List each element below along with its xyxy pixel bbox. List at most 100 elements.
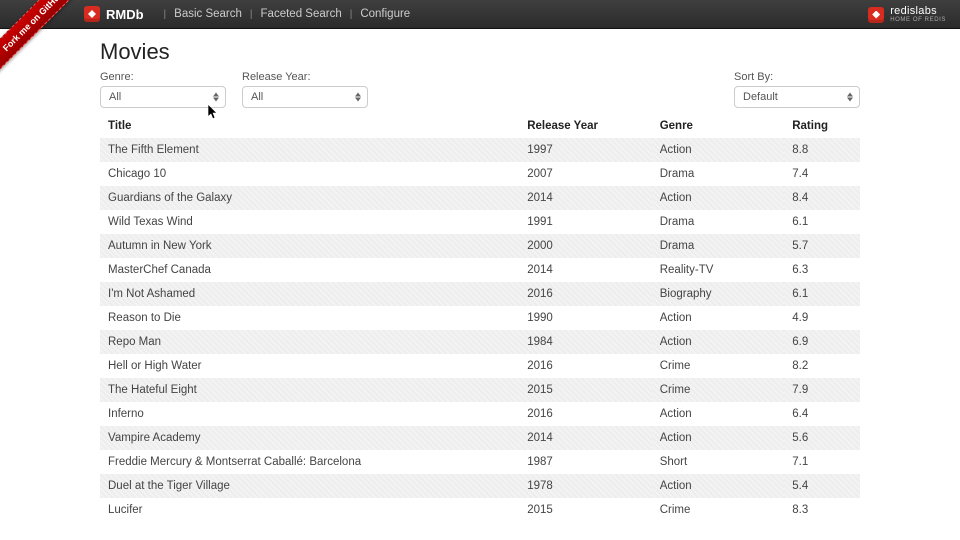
sort-label: Sort By:	[734, 71, 860, 83]
table-row[interactable]: Chicago 102007Drama7.4	[100, 162, 860, 186]
cell-genre: Action	[652, 138, 785, 162]
col-title-header[interactable]: Title	[100, 114, 519, 138]
nav-separator: |	[350, 9, 353, 20]
cell-year: 2007	[519, 162, 652, 186]
cell-genre: Action	[652, 330, 785, 354]
table-row[interactable]: Freddie Mercury & Montserrat Caballé: Ba…	[100, 450, 860, 474]
cell-title: Inferno	[100, 402, 519, 426]
cell-genre: Reality-TV	[652, 258, 785, 282]
brand-link[interactable]: RMDb	[106, 7, 144, 22]
cell-year: 2014	[519, 426, 652, 450]
main-container: Movies Genre: All Release Year: All	[100, 39, 860, 522]
page-title: Movies	[100, 39, 860, 65]
cell-rating: 7.1	[784, 450, 860, 474]
col-genre-header[interactable]: Genre	[652, 114, 785, 138]
brand-label: RMDb	[106, 7, 144, 22]
cell-genre: Crime	[652, 498, 785, 522]
right-brand[interactable]: redislabs HOME OF REDIS	[868, 0, 946, 29]
cell-title: Vampire Academy	[100, 426, 519, 450]
cell-year: 2016	[519, 354, 652, 378]
sort-field: Sort By: Default	[734, 71, 860, 108]
cell-rating: 5.6	[784, 426, 860, 450]
cell-year: 2016	[519, 402, 652, 426]
select-chevron-icon	[847, 93, 853, 102]
col-rating-header[interactable]: Rating	[784, 114, 860, 138]
select-chevron-icon	[213, 93, 219, 102]
year-select[interactable]: All	[242, 86, 368, 108]
github-ribbon[interactable]: Fork me on GitHub	[0, 0, 94, 82]
nav-configure[interactable]: Configure	[360, 8, 410, 20]
cell-genre: Drama	[652, 234, 785, 258]
cell-title: Autumn in New York	[100, 234, 519, 258]
table-row[interactable]: Vampire Academy2014Action5.6	[100, 426, 860, 450]
cell-year: 1991	[519, 210, 652, 234]
filters-row: Genre: All Release Year: All Sort By	[100, 71, 860, 108]
genre-label: Genre:	[100, 71, 226, 83]
table-row[interactable]: Wild Texas Wind1991Drama6.1	[100, 210, 860, 234]
genre-select[interactable]: All	[100, 86, 226, 108]
table-row[interactable]: I'm Not Ashamed2016Biography6.1	[100, 282, 860, 306]
year-select-value: All	[251, 91, 263, 103]
redislabs-logo-icon	[868, 7, 884, 23]
cell-title: MasterChef Canada	[100, 258, 519, 282]
table-row[interactable]: The Fifth Element1997Action8.8	[100, 138, 860, 162]
cell-year: 1984	[519, 330, 652, 354]
cell-rating: 5.4	[784, 474, 860, 498]
github-ribbon-wrap: Fork me on GitHub	[0, 0, 110, 110]
table-row[interactable]: Reason to Die1990Action4.9	[100, 306, 860, 330]
cell-title: Guardians of the Galaxy	[100, 186, 519, 210]
cell-year: 2014	[519, 258, 652, 282]
cell-title: The Fifth Element	[100, 138, 519, 162]
table-row[interactable]: Repo Man1984Action6.9	[100, 330, 860, 354]
cell-title: Wild Texas Wind	[100, 210, 519, 234]
cell-genre: Drama	[652, 162, 785, 186]
table-row[interactable]: MasterChef Canada2014Reality-TV6.3	[100, 258, 860, 282]
sort-select[interactable]: Default	[734, 86, 860, 108]
sort-select-value: Default	[743, 91, 778, 103]
cell-genre: Action	[652, 306, 785, 330]
cell-rating: 8.4	[784, 186, 860, 210]
nav-basic-search[interactable]: Basic Search	[174, 8, 242, 20]
cell-year: 2014	[519, 186, 652, 210]
cell-rating: 6.9	[784, 330, 860, 354]
nav-separator: |	[164, 9, 167, 20]
cell-title: Freddie Mercury & Montserrat Caballé: Ba…	[100, 450, 519, 474]
table-row[interactable]: Guardians of the Galaxy2014Action8.4	[100, 186, 860, 210]
filter-spacer	[384, 71, 718, 108]
movies-table: Title Release Year Genre Rating The Fift…	[100, 114, 860, 522]
cell-genre: Action	[652, 474, 785, 498]
table-row[interactable]: The Hateful Eight2015Crime7.9	[100, 378, 860, 402]
table-header-row: Title Release Year Genre Rating	[100, 114, 860, 138]
cell-year: 2015	[519, 378, 652, 402]
cell-rating: 8.8	[784, 138, 860, 162]
cell-title: Lucifer	[100, 498, 519, 522]
cell-rating: 6.1	[784, 282, 860, 306]
table-row[interactable]: Inferno2016Action6.4	[100, 402, 860, 426]
table-row[interactable]: Autumn in New York2000Drama5.7	[100, 234, 860, 258]
genre-select-value: All	[109, 91, 121, 103]
cell-year: 1978	[519, 474, 652, 498]
cell-year: 2016	[519, 282, 652, 306]
cell-genre: Action	[652, 402, 785, 426]
cell-genre: Crime	[652, 378, 785, 402]
table-row[interactable]: Lucifer2015Crime8.3	[100, 498, 860, 522]
redislabs-label: redislabs	[890, 6, 946, 17]
cell-genre: Action	[652, 186, 785, 210]
cell-rating: 8.2	[784, 354, 860, 378]
cell-rating: 6.3	[784, 258, 860, 282]
table-row[interactable]: Duel at the Tiger Village1978Action5.4	[100, 474, 860, 498]
redislabs-sublabel: HOME OF REDIS	[890, 17, 946, 23]
cell-year: 2000	[519, 234, 652, 258]
nav-faceted-search[interactable]: Faceted Search	[261, 8, 342, 20]
cell-year: 1990	[519, 306, 652, 330]
cell-rating: 4.9	[784, 306, 860, 330]
col-year-header[interactable]: Release Year	[519, 114, 652, 138]
cell-rating: 6.1	[784, 210, 860, 234]
cell-genre: Crime	[652, 354, 785, 378]
table-row[interactable]: Hell or High Water2016Crime8.2	[100, 354, 860, 378]
cell-rating: 6.4	[784, 402, 860, 426]
genre-field: Genre: All	[100, 71, 226, 108]
cell-year: 1987	[519, 450, 652, 474]
cell-genre: Action	[652, 426, 785, 450]
cell-title: Repo Man	[100, 330, 519, 354]
